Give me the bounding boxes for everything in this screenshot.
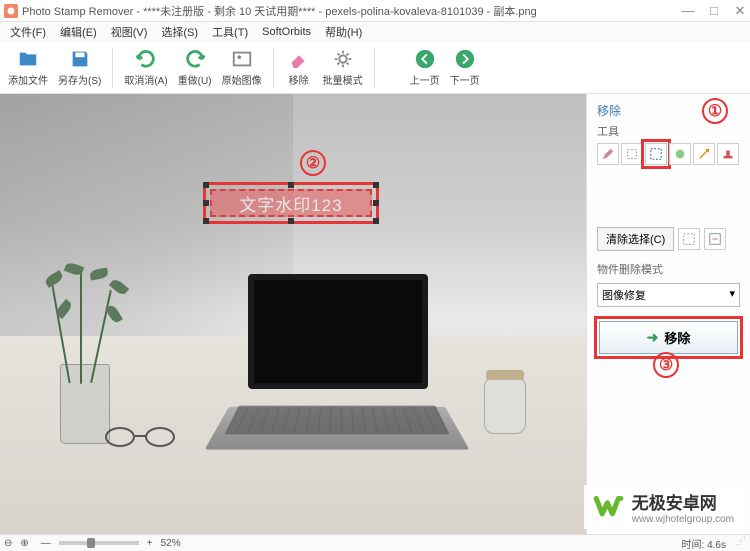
next-label: 下一页 (450, 72, 480, 87)
status-time: 时间: 4.6s (682, 536, 726, 551)
statusbar: ⊖ ⊕ — + 52% 时间: 4.6s ⋰ (0, 534, 750, 551)
resize-grip-icon[interactable]: ⋰ (736, 536, 746, 551)
watermark-text: 文字水印123 (210, 189, 372, 217)
reselect-button[interactable] (704, 228, 726, 250)
zoom-percent: 52% (161, 538, 181, 549)
arrow-right-icon: ➜ (647, 329, 659, 346)
eraser-icon (288, 48, 310, 70)
undo-icon (135, 48, 157, 70)
color-select-tool[interactable] (669, 143, 691, 165)
brand-name: 无极安卓网 (632, 489, 734, 514)
redo-icon (184, 48, 206, 70)
remove-tool-button[interactable]: 移除 (281, 46, 317, 89)
next-icon (454, 48, 476, 70)
save-as-label: 另存为(S) (58, 72, 101, 87)
pencil-tool[interactable] (597, 143, 619, 165)
menu-edit[interactable]: 编辑(E) (54, 22, 103, 42)
menu-view[interactable]: 视图(V) (105, 22, 154, 42)
menubar: 文件(F) 编辑(E) 视图(V) 选择(S) 工具(T) SoftOrbits… (0, 22, 750, 42)
brand-icon (592, 490, 626, 524)
freeform-tool[interactable] (621, 143, 643, 165)
gear-icon (332, 48, 354, 70)
menu-help[interactable]: 帮助(H) (319, 22, 368, 42)
zoom-out-icon[interactable]: ⊖ (4, 538, 12, 549)
add-file-button[interactable]: 添加文件 (4, 46, 52, 89)
next-page-button[interactable]: 下一页 (446, 46, 484, 89)
stamp-tool[interactable] (717, 143, 739, 165)
prev-page-button[interactable]: 上一页 (406, 46, 444, 89)
undo-button[interactable]: 取消消(A) (120, 46, 171, 89)
batch-button[interactable]: 批量模式 (319, 46, 367, 89)
menu-tools[interactable]: 工具(T) (206, 22, 254, 42)
canvas-area[interactable]: 文字水印123 ② (0, 94, 586, 534)
canvas-image: 文字水印123 ② (0, 94, 586, 534)
callout-2: ② (300, 150, 326, 176)
deselect-button[interactable] (678, 228, 700, 250)
save-as-button[interactable]: 另存为(S) (54, 46, 105, 89)
original-icon (231, 48, 253, 70)
remove-button[interactable]: ➜ 移除 (599, 321, 738, 354)
original-button[interactable]: 原始图像 (218, 46, 266, 89)
watermark-selection[interactable]: 文字水印123 (203, 182, 379, 224)
redo-label: 重做(U) (178, 72, 212, 87)
clear-selection-button[interactable]: 清除选择(C) (597, 227, 674, 251)
undo-label: 取消消(A) (124, 72, 167, 87)
original-label: 原始图像 (222, 72, 262, 87)
redo-button[interactable]: 重做(U) (174, 46, 216, 89)
app-icon (4, 4, 18, 18)
menu-softorbits[interactable]: SoftOrbits (256, 24, 317, 40)
remove-tool-label: 移除 (289, 72, 309, 87)
titlebar: Photo Stamp Remover - ****未注册版 - 剩余 10 天… (0, 0, 750, 22)
callout-3: ③ (653, 352, 679, 378)
toolbar: 添加文件 另存为(S) 取消消(A) 重做(U) 原始图像 移除 批量模式 (0, 42, 750, 94)
menu-select[interactable]: 选择(S) (155, 22, 204, 42)
side-panel: 移除 工具 ① 清除选择(C) 物件删除模式 图像修复 ▾ (586, 94, 750, 534)
maximize-button[interactable]: □ (708, 5, 720, 17)
rect-select-tool[interactable] (645, 143, 667, 165)
mode-select[interactable]: 图像修复 ▾ (597, 283, 740, 307)
add-file-label: 添加文件 (8, 72, 48, 87)
prev-label: 上一页 (410, 72, 440, 87)
save-icon (69, 48, 91, 70)
zoom-in-icon[interactable]: ⊕ (20, 538, 28, 549)
folder-icon (17, 48, 39, 70)
mode-label: 物件删除模式 (597, 261, 740, 277)
callout-1: ① (702, 98, 728, 124)
menu-file[interactable]: 文件(F) (4, 22, 52, 42)
main-area: 文字水印123 ② 移除 工具 ① (0, 94, 750, 534)
tools-label: 工具 (597, 123, 740, 139)
title-text: Photo Stamp Remover - ****未注册版 - 剩余 10 天… (22, 3, 682, 19)
magic-tool[interactable] (693, 143, 715, 165)
minimize-button[interactable]: — (682, 5, 694, 17)
prev-icon (414, 48, 436, 70)
batch-label: 批量模式 (323, 72, 363, 87)
close-button[interactable]: ✕ (734, 5, 746, 17)
zoom-slider[interactable] (59, 541, 139, 545)
tool-grid (597, 143, 740, 165)
brand-url: www.wjhotelgroup.com (632, 514, 734, 525)
brand-watermark: 无极安卓网 www.wjhotelgroup.com (584, 485, 742, 529)
